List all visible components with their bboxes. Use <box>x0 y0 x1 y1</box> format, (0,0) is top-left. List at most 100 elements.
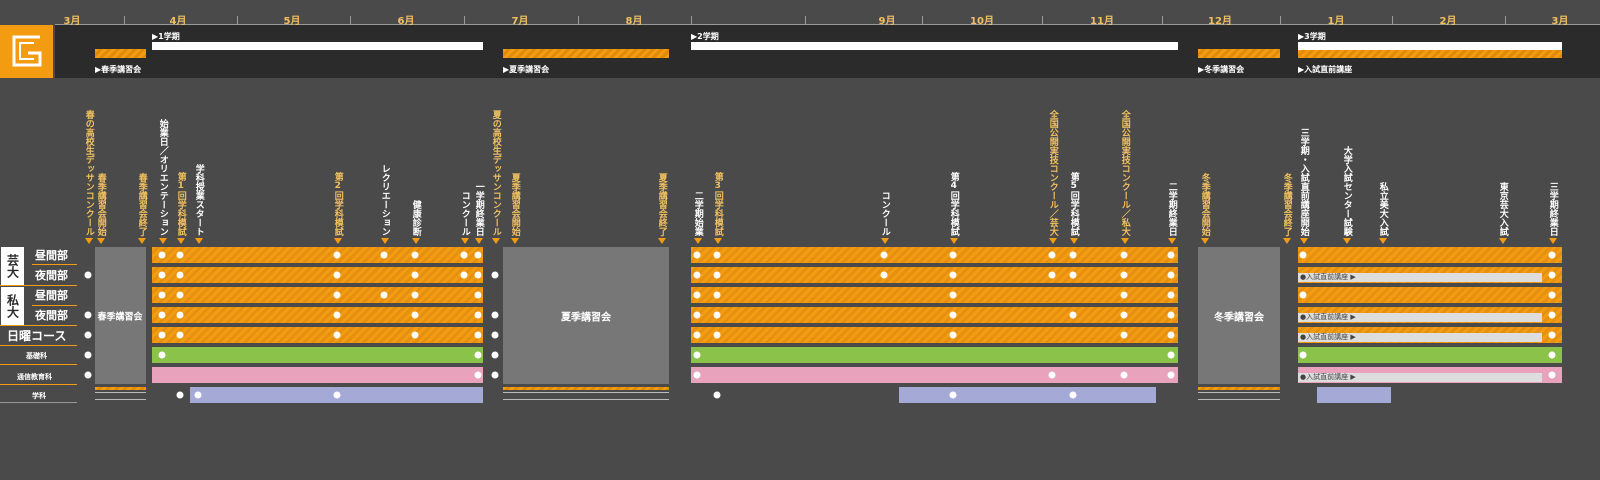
event-dot <box>949 331 957 339</box>
event-label: 二学期終業日 <box>1166 182 1177 244</box>
event-dot <box>1548 371 1556 379</box>
event-dot <box>949 271 957 279</box>
event-label: 健康診断 <box>410 200 421 244</box>
event-dot <box>1120 271 1128 279</box>
month-tick <box>922 16 923 25</box>
event-dot <box>1069 391 1077 399</box>
down-arrow-icon <box>96 238 105 244</box>
event-dot <box>460 251 468 259</box>
event-dot <box>411 331 419 339</box>
geidai-box: 芸大 <box>0 246 25 286</box>
summer-course-bar <box>503 49 669 58</box>
term-label-2: ▶2学期 <box>691 32 719 41</box>
event-dot <box>1167 271 1175 279</box>
spring-course-label: ▶春季講習会 <box>95 65 142 74</box>
event-dot <box>693 271 701 279</box>
event-dot <box>1167 351 1175 359</box>
event-dot <box>474 351 482 359</box>
event-label-text: 第2回学科模試 <box>332 172 343 236</box>
event-label: コンクール <box>879 191 890 244</box>
winter-course-bar <box>1198 49 1280 58</box>
event-label: 第4回学科模試 <box>948 172 959 244</box>
event-dot <box>158 311 166 319</box>
course-row-bar <box>152 307 483 323</box>
event-dot <box>411 251 419 259</box>
event-dot <box>84 351 92 359</box>
event-dot <box>1048 251 1056 259</box>
summer-course-block-label: 夏季講習会 <box>561 312 611 324</box>
event-label: 冬季講習会終了 <box>1281 173 1292 244</box>
event-dot <box>1548 251 1556 259</box>
event-dot <box>1167 371 1175 379</box>
academic-row-bar <box>1317 387 1391 403</box>
event-dot <box>949 251 957 259</box>
event-label-text: 夏季講習会開始 <box>509 173 520 236</box>
event-dot <box>333 251 341 259</box>
summer-course-label: ▶夏季講習会 <box>503 65 550 74</box>
event-label: 一学期終業日 <box>473 182 484 244</box>
down-arrow-icon <box>460 238 469 244</box>
event-dot <box>880 251 888 259</box>
divider <box>0 285 77 286</box>
event-dot <box>474 311 482 319</box>
down-arrow-icon <box>510 238 519 244</box>
down-arrow-icon <box>1548 238 1557 244</box>
event-label-text: 第4回学科模試 <box>948 172 959 236</box>
event-dot <box>411 291 419 299</box>
event-label: 私立美大入試 <box>1377 182 1388 244</box>
down-arrow-icon <box>84 238 93 244</box>
event-label-text: 健康診断 <box>410 200 421 236</box>
down-arrow-icon <box>137 238 146 244</box>
event-dot <box>176 331 184 339</box>
spring-stripe <box>95 387 146 390</box>
event-dot <box>1548 351 1556 359</box>
month-tick <box>124 16 125 25</box>
event-dot <box>1299 251 1307 259</box>
down-arrow-icon <box>693 238 702 244</box>
event-label-text: 東京芸大入試 <box>1497 182 1508 236</box>
preexam-sub-bar: ●入試直前講座 ▶ <box>1298 373 1542 382</box>
event-dot <box>333 311 341 319</box>
month-tick <box>350 16 351 25</box>
geidai-night-label: 夜間部 <box>35 269 68 282</box>
spring-course-bar <box>95 49 146 58</box>
winter-lines <box>1198 392 1280 400</box>
event-label: 春の高校生デッサンコンクール <box>83 110 94 244</box>
event-label-text: 私立美大入試 <box>1377 182 1388 236</box>
event-dot <box>411 271 419 279</box>
event-dot <box>713 331 721 339</box>
divider <box>32 264 77 265</box>
event-dot <box>1167 291 1175 299</box>
event-dot <box>84 331 92 339</box>
event-dot <box>491 371 499 379</box>
down-arrow-icon <box>949 238 958 244</box>
event-dot <box>713 291 721 299</box>
event-label-text: 二学期始業 <box>692 191 703 236</box>
course-row-bar <box>691 287 1178 303</box>
event-label-text: 全国公開実技コンクール／私大 <box>1119 110 1130 236</box>
course-row-bar <box>152 267 483 283</box>
event-dot <box>333 291 341 299</box>
event-dot <box>158 351 166 359</box>
event-dot <box>1120 251 1128 259</box>
event-dot <box>491 271 499 279</box>
event-label-text: 二学期終業日 <box>1166 182 1177 236</box>
event-dot <box>491 331 499 339</box>
divider <box>32 305 77 306</box>
down-arrow-icon <box>491 238 500 244</box>
month-tick <box>464 16 465 25</box>
down-arrow-icon <box>1342 238 1351 244</box>
preexam-course-bar <box>1298 50 1562 58</box>
sunday-course-label: 日曜コース <box>7 329 67 343</box>
event-dot <box>474 251 482 259</box>
event-dot <box>194 391 202 399</box>
divider <box>0 325 77 326</box>
event-dot <box>474 371 482 379</box>
down-arrow-icon <box>880 238 889 244</box>
event-label-text: 夏の高校生デッサンコンクール <box>490 110 501 236</box>
event-label-text: 第1回学科模試 <box>175 172 186 236</box>
term-bar-3 <box>1298 42 1562 50</box>
course-row-bar <box>1298 347 1562 363</box>
event-dot <box>1548 271 1556 279</box>
term-bar-1 <box>152 42 483 50</box>
